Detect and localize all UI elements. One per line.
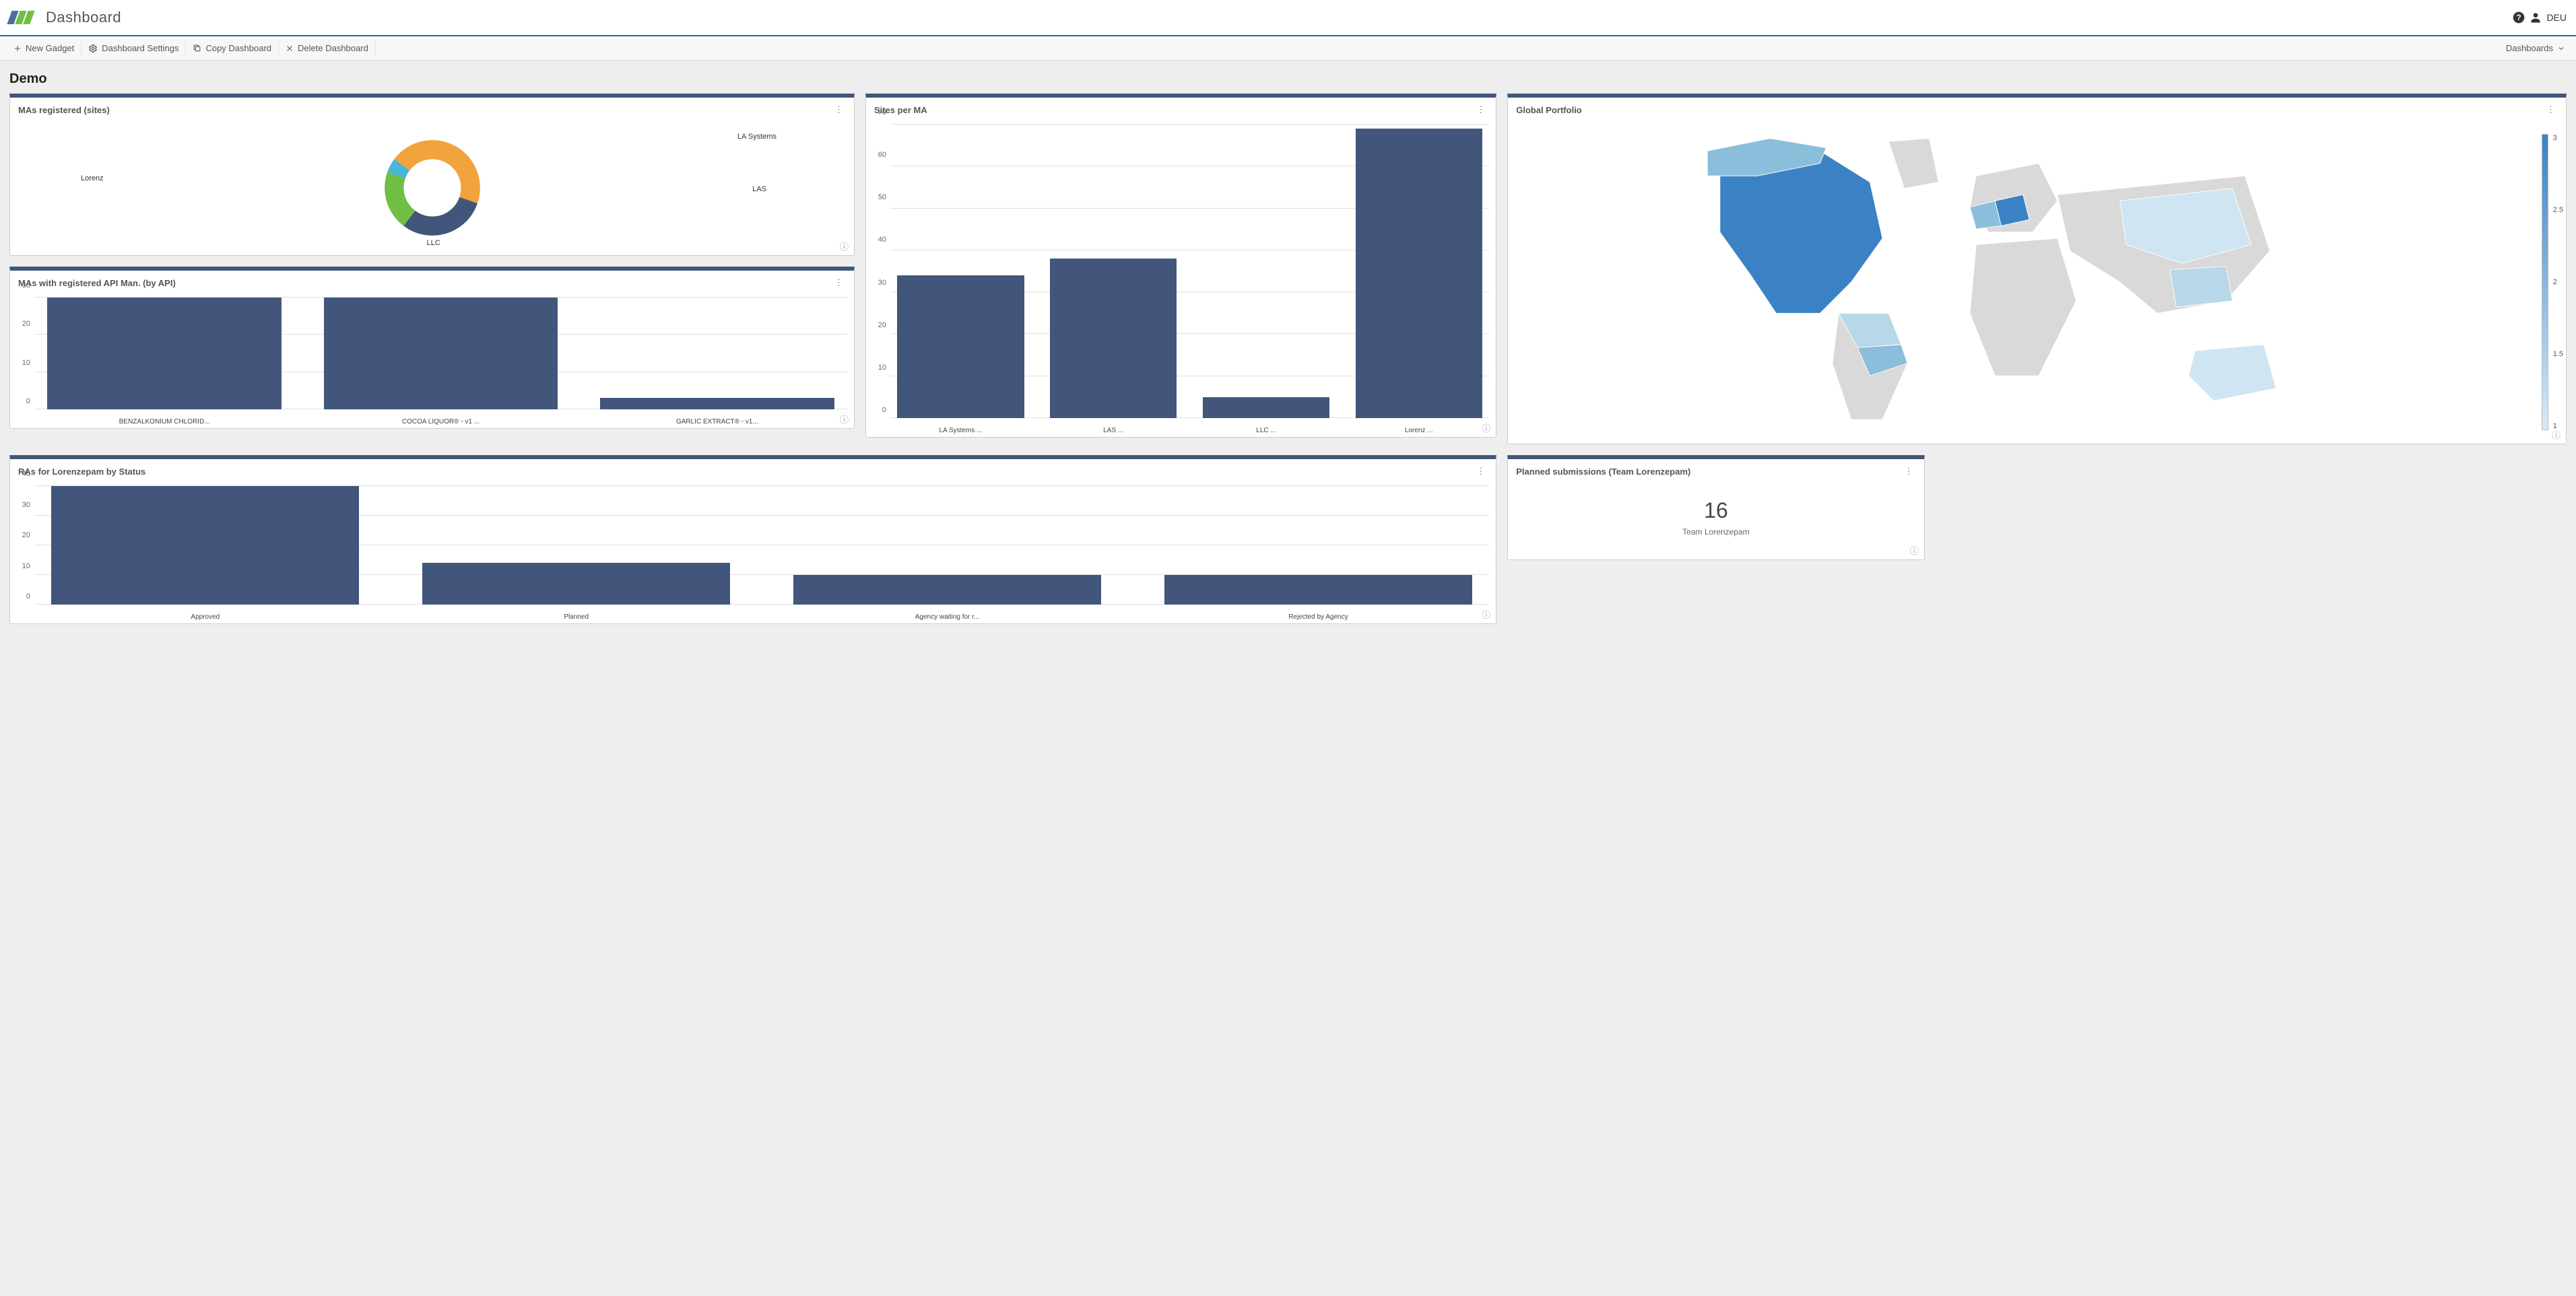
info-icon[interactable]: ⓘ	[840, 413, 849, 425]
gadget-title: MAs registered (sites)	[18, 105, 110, 115]
help-icon[interactable]: ?	[2509, 7, 2529, 28]
planned-subtitle: Team Lorenzepam	[1508, 523, 1924, 559]
donut-label: LA Systems	[737, 133, 777, 141]
left-column: MAs registered (sites) ⋮ LA Syste	[9, 94, 855, 429]
info-icon[interactable]: ⓘ	[840, 240, 849, 252]
gadget-menu-icon[interactable]: ⋮	[1474, 465, 1488, 478]
delete-dashboard-button[interactable]: Delete Dashboard	[279, 40, 376, 56]
bar[interactable]	[1164, 575, 1472, 605]
bar[interactable]	[1050, 259, 1177, 418]
donut-label: Lorenz	[81, 174, 104, 182]
legend-tick: 2	[2553, 278, 2563, 286]
x-axis-label: BENZALKONIUM CHLORID...	[34, 418, 294, 425]
gadget-mas-registered: MAs registered (sites) ⋮ LA Syste	[9, 94, 855, 256]
gadget-title: RAs for Lorenzepam by Status	[18, 467, 145, 477]
app-title: Dashboard	[46, 9, 121, 26]
dashboards-dropdown[interactable]: Dashboards	[2506, 43, 2569, 53]
gadget-ras-by-status: RAs for Lorenzepam by Status ⋮ 010203040…	[9, 455, 1496, 624]
dashboard-settings-label: Dashboard Settings	[102, 43, 178, 53]
info-icon[interactable]: ⓘ	[2552, 428, 2561, 441]
map-legend: 32.521.51	[2536, 134, 2554, 430]
svg-text:?: ?	[2517, 13, 2521, 22]
x-axis-label: Lorenz ...	[1348, 427, 1489, 434]
copy-icon	[193, 44, 201, 53]
x-axis-label: LLC ...	[1196, 427, 1337, 434]
dashboards-dropdown-label: Dashboards	[2506, 43, 2553, 53]
legend-tick: 2.5	[2553, 206, 2563, 214]
copy-dashboard-label: Copy Dashboard	[205, 43, 271, 53]
gadget-global-portfolio: Global Portfolio ⋮	[1507, 94, 2567, 444]
gadget-sites-per-ma: Sites per MA ⋮ 010203040506070LA Systems…	[865, 94, 1496, 438]
donut-label: LLC	[427, 239, 440, 247]
bar[interactable]	[1356, 129, 1482, 418]
gadget-mas-api: MAs with registered API Man. (by API) ⋮ …	[9, 267, 855, 429]
toolbar: New Gadget Dashboard Settings Copy Dashb…	[0, 36, 2576, 61]
bar[interactable]	[324, 298, 558, 409]
user-icon	[2529, 11, 2542, 24]
delete-dashboard-label: Delete Dashboard	[298, 43, 368, 53]
bar[interactable]	[793, 575, 1101, 605]
new-gadget-label: New Gadget	[26, 43, 74, 53]
x-axis-label: Approved	[34, 613, 376, 621]
bar[interactable]	[897, 275, 1024, 418]
bar-chart: 0102030BENZALKONIUM CHLORID...COCOA LIQU…	[10, 294, 854, 428]
planned-value: 16	[1508, 482, 1924, 523]
dashboard-grid: MAs registered (sites) ⋮ LA Syste	[0, 94, 2576, 644]
topbar: Dashboard ? DEU	[0, 0, 2576, 36]
copy-dashboard-button[interactable]: Copy Dashboard	[186, 40, 279, 56]
chevron-down-icon	[2557, 44, 2565, 53]
x-axis-label: LAS ...	[1043, 427, 1184, 434]
donut-chart: LA Systems LAS LLC Lorenz	[10, 121, 854, 255]
bar[interactable]	[600, 398, 834, 409]
gear-icon	[88, 44, 98, 53]
donut-label: LAS	[752, 185, 766, 193]
plus-icon	[13, 44, 22, 53]
gadget-menu-icon[interactable]: ⋮	[832, 103, 846, 116]
world-map: 32.521.51	[1508, 121, 2566, 444]
bar-chart: 010203040ApprovedPlannedAgency waiting f…	[10, 482, 1496, 623]
x-axis-label: Agency waiting for r...	[777, 613, 1119, 621]
gadget-title: MAs with registered API Man. (by API)	[18, 278, 176, 288]
info-icon[interactable]: ⓘ	[1910, 544, 1919, 557]
x-axis-label: GARLIC EXTRACT® - v1...	[587, 418, 847, 425]
app-logo	[9, 9, 38, 26]
new-gadget-button[interactable]: New Gadget	[7, 40, 81, 56]
x-axis-label: LA Systems ...	[890, 427, 1031, 434]
bar[interactable]	[1203, 397, 1329, 418]
info-icon[interactable]: ⓘ	[1482, 608, 1490, 621]
close-icon	[286, 44, 294, 53]
user-menu[interactable]: DEU	[2529, 11, 2567, 24]
gadget-menu-icon[interactable]: ⋮	[832, 276, 846, 289]
x-axis-label: Planned	[405, 613, 748, 621]
dashboard-settings-button[interactable]: Dashboard Settings	[81, 40, 186, 56]
bar[interactable]	[51, 486, 359, 605]
info-icon[interactable]: ⓘ	[1482, 421, 1490, 434]
bar[interactable]	[422, 563, 730, 605]
x-axis-label: COCOA LIQUOR® - v1 ...	[310, 418, 570, 425]
gadget-title: Planned submissions (Team Lorenzepam)	[1516, 467, 1690, 477]
bar-chart: 010203040506070LA Systems ...LAS ...LLC …	[866, 121, 1496, 437]
user-label: DEU	[2546, 12, 2567, 23]
gadget-menu-icon[interactable]: ⋮	[2544, 103, 2558, 116]
legend-tick: 1.5	[2553, 350, 2563, 358]
gadget-menu-icon[interactable]: ⋮	[1902, 465, 1916, 478]
x-axis-label: Rejected by Agency	[1148, 613, 1490, 621]
gadget-planned-submissions: Planned submissions (Team Lorenzepam) ⋮ …	[1507, 455, 1925, 560]
gadget-menu-icon[interactable]: ⋮	[1474, 103, 1488, 116]
bar[interactable]	[47, 298, 282, 409]
page-title: Demo	[0, 61, 2576, 94]
legend-tick: 3	[2553, 134, 2563, 142]
gadget-title: Global Portfolio	[1516, 105, 1582, 115]
